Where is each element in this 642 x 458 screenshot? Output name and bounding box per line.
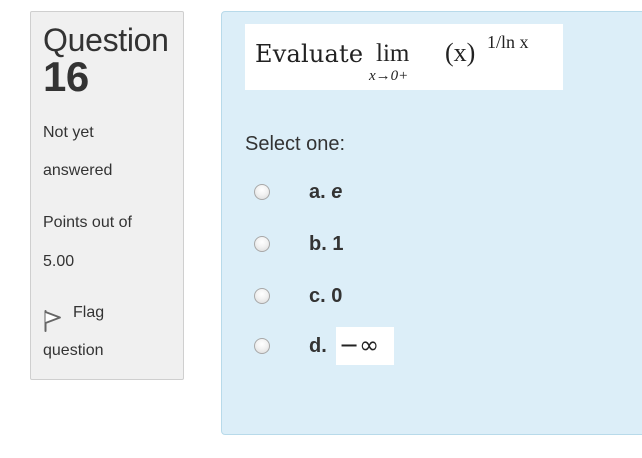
- option-label[interactable]: a. e: [309, 178, 342, 206]
- question-text: Evaluate lim x→0+ (x) 1/ln x: [245, 24, 563, 90]
- points-line-2: 5.00: [43, 253, 75, 270]
- option-d[interactable]: d. −∞: [254, 327, 454, 365]
- flag-label-question[interactable]: question: [43, 342, 104, 360]
- radio-button[interactable]: [254, 184, 270, 200]
- question-number: 16: [43, 53, 89, 100]
- option-a[interactable]: a. e: [254, 178, 454, 208]
- select-prompt: Select one:: [245, 133, 346, 155]
- points-line-1: Points out of: [43, 214, 132, 231]
- option-math-value: −∞: [339, 331, 380, 359]
- option-label[interactable]: d.: [309, 332, 327, 360]
- option-label[interactable]: c. 0: [309, 282, 342, 310]
- state-line-1: Not yet: [43, 124, 94, 141]
- radio-button[interactable]: [254, 338, 270, 354]
- radio-button[interactable]: [254, 236, 270, 252]
- state-line-2: answered: [43, 162, 113, 179]
- radio-button[interactable]: [254, 288, 270, 304]
- flag-icon[interactable]: [43, 308, 63, 332]
- question-evaluate-word: Evaluate: [255, 40, 364, 68]
- limit-exponent: 1/ln x: [487, 32, 529, 52]
- limit-expression: (x): [445, 38, 476, 67]
- option-label[interactable]: b. 1: [309, 230, 343, 258]
- option-b[interactable]: b. 1: [254, 230, 454, 260]
- question-title: Question 16: [43, 24, 169, 98]
- option-math-image[interactable]: −∞: [336, 327, 394, 365]
- question-info-panel: Question 16 Not yet answered Points out …: [30, 11, 184, 380]
- flag-label[interactable]: Flag: [73, 304, 104, 322]
- question-word: Question: [43, 22, 169, 58]
- question-content: Evaluate lim x→0+ (x) 1/ln x Select one:…: [221, 11, 642, 435]
- option-c[interactable]: c. 0: [254, 282, 454, 312]
- limit-operator: lim: [376, 40, 410, 67]
- limit-subscript: x→0+: [369, 68, 409, 84]
